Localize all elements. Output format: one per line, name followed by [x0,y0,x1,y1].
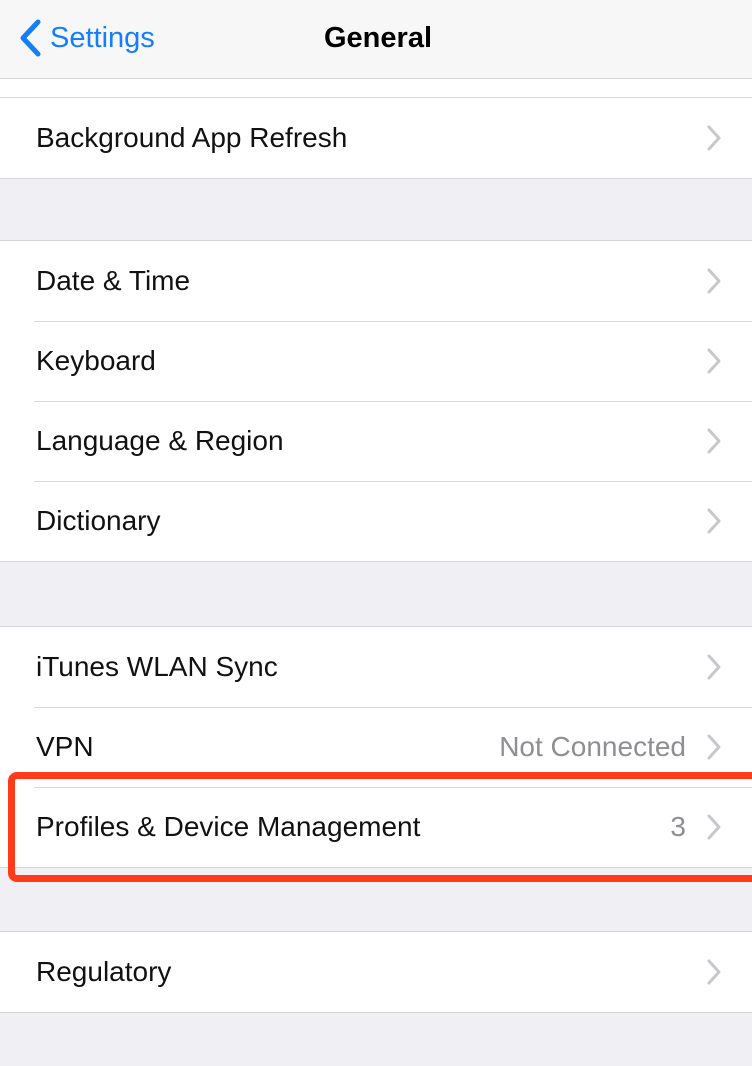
row-label: Profiles & Device Management [36,811,421,842]
list-item-language-region[interactable]: Language & Region [0,401,752,481]
profiles-count-value: 3 [670,811,686,842]
chevron-right-icon [706,427,722,455]
navigation-bar: Settings General [0,0,752,79]
list-item-profiles-device-management[interactable]: Profiles & Device Management 3 [0,787,752,867]
list-item-regulatory[interactable]: Regulatory [0,932,752,1012]
row-label: VPN [36,731,94,762]
chevron-right-icon [706,124,722,152]
settings-group-regulatory: Regulatory [0,931,752,1013]
list-item-keyboard[interactable]: Keyboard [0,321,752,401]
row-label: Keyboard [36,345,156,376]
chevron-right-icon [706,653,722,681]
row-label: iTunes WLAN Sync [36,651,278,682]
row-label: Background App Refresh [36,122,348,153]
row-label: Language & Region [36,425,284,456]
previous-row-edge [0,79,752,98]
chevron-right-icon [706,507,722,535]
vpn-status-value: Not Connected [499,731,686,762]
settings-group-background: Background App Refresh [0,97,752,179]
chevron-right-icon [706,347,722,375]
chevron-right-icon [706,267,722,295]
list-item-dictionary[interactable]: Dictionary [0,481,752,561]
list-item-vpn[interactable]: VPN Not Connected [0,707,752,787]
list-item-background-app-refresh[interactable]: Background App Refresh [0,98,752,178]
row-label: Dictionary [36,505,161,536]
chevron-right-icon [706,813,722,841]
row-label: Date & Time [36,265,191,296]
settings-group-connectivity: iTunes WLAN Sync VPN Not Connected Profi… [0,626,752,868]
chevron-right-icon [706,733,722,761]
settings-group-locale: Date & Time Keyboard Language & Region D… [0,240,752,562]
list-item-itunes-wlan-sync[interactable]: iTunes WLAN Sync [0,627,752,707]
settings-general-screen: Settings General Background App Refresh … [0,0,752,1066]
row-label: Regulatory [36,956,172,987]
page-title: General [324,21,432,54]
chevron-right-icon [706,958,722,986]
list-item-date-time[interactable]: Date & Time [0,241,752,321]
